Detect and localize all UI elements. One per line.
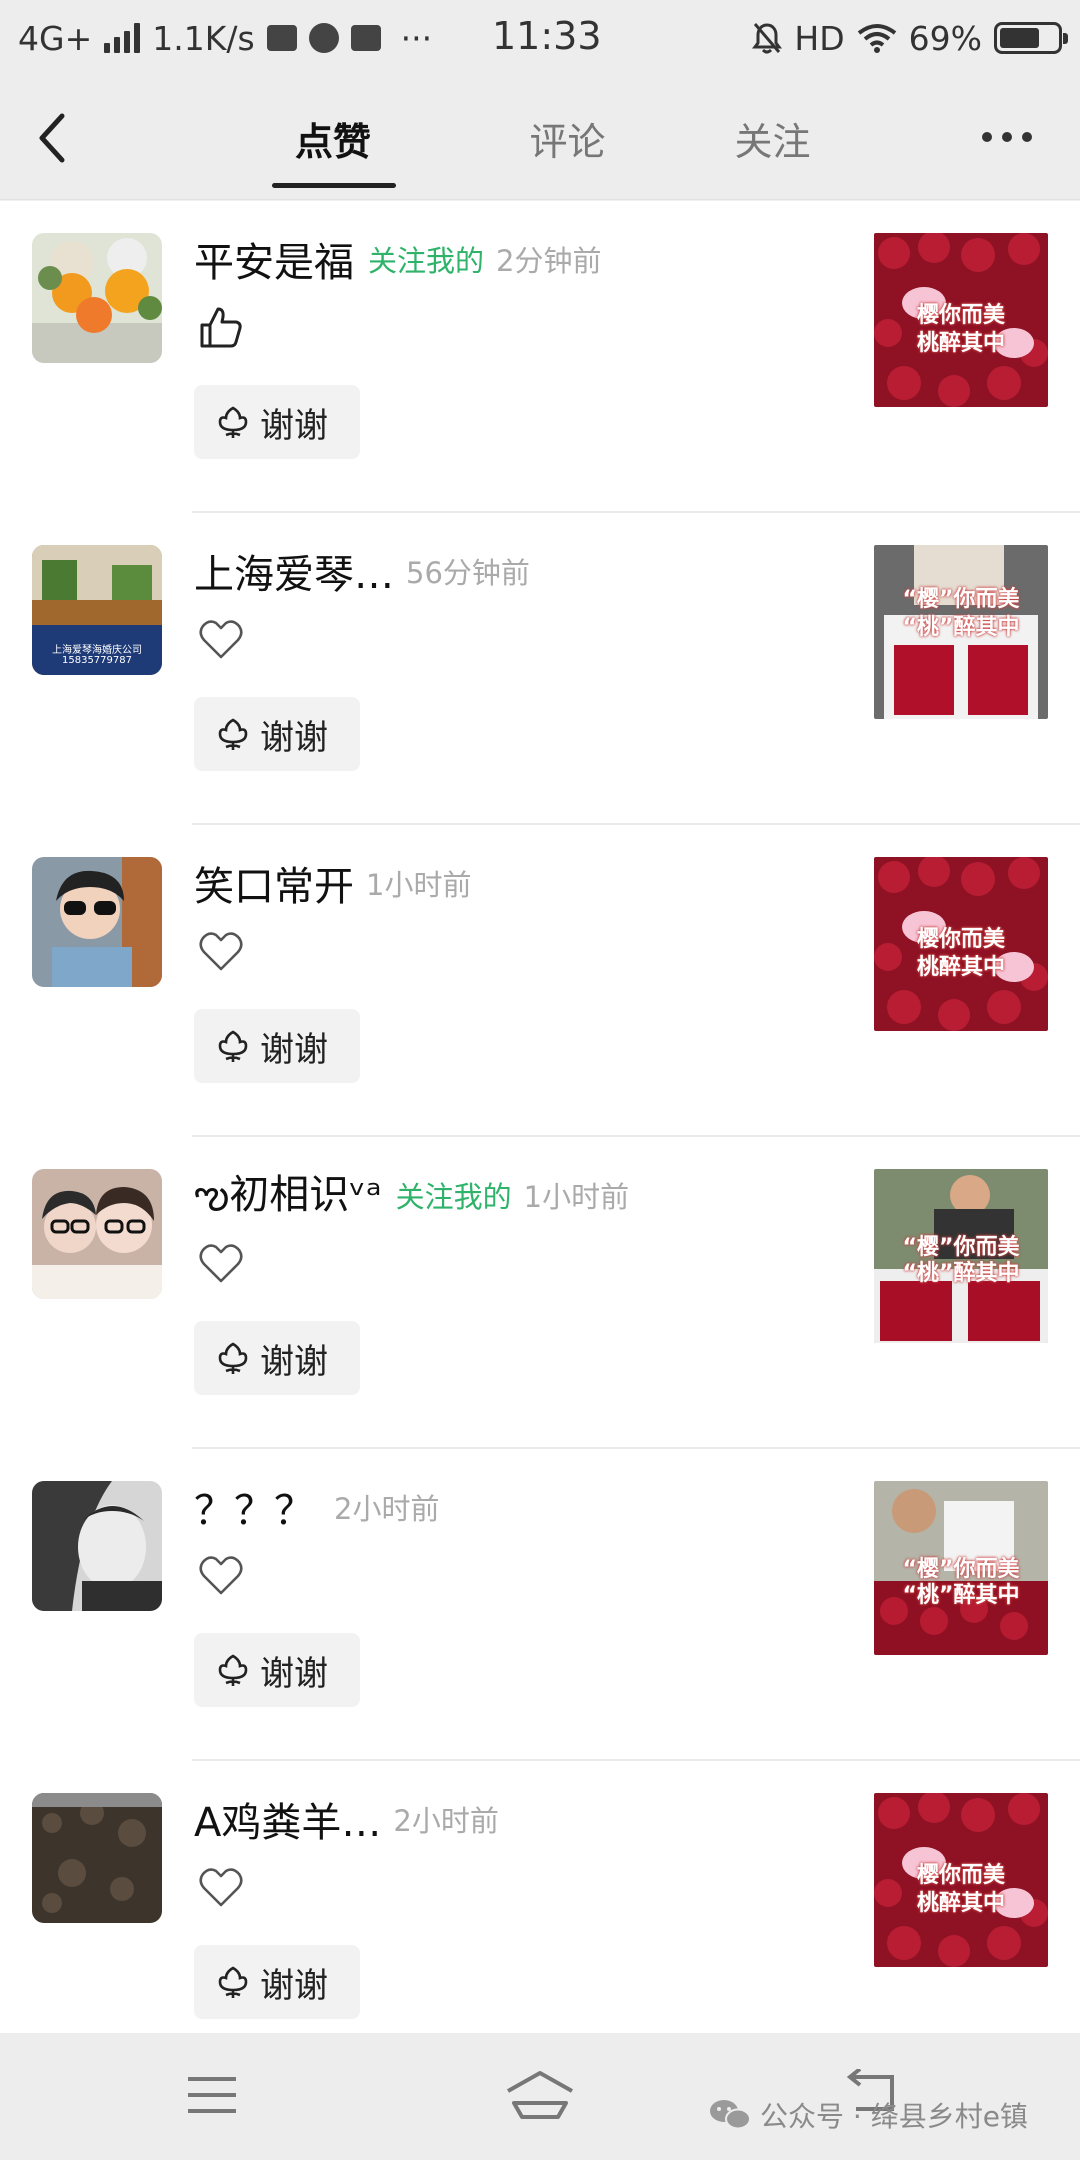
timestamp: 1小时前 (366, 868, 472, 902)
thumbnail-caption-line2: 桃醉其中 (916, 1891, 1005, 1916)
post-thumbnail[interactable]: “樱”你而美 “桃”醉其中 (874, 1169, 1048, 1343)
thanks-label: 谢谢 (260, 405, 328, 446)
wifi-icon (857, 24, 896, 53)
status-bar: 4G+ 1.1K/s ··· 11:33 HD 69% (0, 0, 1080, 76)
thanks-label: 谢谢 (260, 1029, 328, 1070)
tab-likes[interactable]: 点赞 (270, 76, 465, 200)
heart-icon (199, 1556, 243, 1595)
user-name[interactable]: A鸡粪羊… (194, 1790, 381, 1848)
post-thumbnail[interactable]: 樱你而美 桃醉其中 (874, 857, 1048, 1031)
flower-icon (218, 406, 248, 438)
name-row: 上海爱琴… 56分钟前 (194, 543, 530, 599)
thanks-button[interactable]: 谢谢 (194, 1945, 360, 2019)
user-name[interactable]: 上海爱琴… (194, 542, 394, 600)
tab-comments[interactable]: 评论 (465, 76, 670, 200)
flower-icon (218, 1654, 248, 1686)
name-row: ఌ初相识ᵛᵃ 关注我的 1小时前 (194, 1167, 629, 1223)
thanks-button[interactable]: 谢谢 (194, 1009, 360, 1083)
name-row: ？？？ 2小时前 (194, 1479, 439, 1535)
hd-label: HD (794, 18, 845, 58)
timestamp: 56分钟前 (406, 556, 530, 590)
thumbnail-caption-line2: “桃”醉其中 (902, 1583, 1020, 1608)
name-row: A鸡粪羊… 2小时前 (194, 1791, 499, 1847)
mail-icon (266, 25, 297, 51)
follows-me-tag: 关注我的 (395, 1180, 512, 1214)
header: 点赞 评论 关注 (0, 76, 1080, 200)
timestamp: 1小时前 (523, 1180, 630, 1214)
timestamp: 2小时前 (393, 1804, 499, 1838)
thumbnail-caption-line2: 桃醉其中 (916, 331, 1005, 356)
network-speed: 1.1K/s (152, 18, 255, 58)
list-item[interactable]: ఌ初相识ᵛᵃ 关注我的 1小时前 谢谢 “樱”你而美 “桃”醉其中 (0, 1137, 1080, 1449)
avatar[interactable] (32, 857, 162, 987)
user-name[interactable]: ？？？ (194, 1478, 314, 1536)
thanks-label: 谢谢 (260, 1653, 328, 1694)
follows-me-tag: 关注我的 (368, 244, 485, 278)
thumbnail-caption-line2: 桃醉其中 (916, 955, 1005, 980)
watermark-text: 公众号 · 绛县乡村e镇 (760, 2100, 1028, 2133)
list-item[interactable]: 上海爱琴海婚庆公司 15835779787 上海爱琴… 56分钟前 谢谢 “樱”… (0, 513, 1080, 825)
avatar[interactable] (32, 1793, 162, 1923)
battery-percent: 69% (908, 18, 982, 58)
avatar-phone-text: 15835779787 (62, 655, 132, 666)
timestamp: 2小时前 (334, 1492, 440, 1526)
name-row: 笑口常开 1小时前 (194, 855, 471, 911)
post-thumbnail[interactable]: 樱你而美 桃醉其中 (874, 1793, 1048, 1967)
flower-icon (218, 1030, 248, 1062)
clock: 11:33 (492, 14, 602, 58)
thumbnail-caption-line2: “桃”醉其中 (902, 1261, 1020, 1286)
list-item[interactable]: 平安是福 关注我的 2分钟前 谢谢 樱你而美 桃醉其中 (0, 201, 1080, 513)
avatar[interactable]: 上海爱琴海婚庆公司 15835779787 (32, 545, 162, 675)
post-thumbnail[interactable]: “樱”你而美 “桃”醉其中 (874, 545, 1048, 719)
home-icon[interactable] (504, 2069, 576, 2121)
avatar[interactable] (32, 1169, 162, 1299)
list-item[interactable]: 笑口常开 1小时前 谢谢 樱你而美 桃醉其中 (0, 825, 1080, 1137)
name-row: 平安是福 关注我的 2分钟前 (194, 231, 601, 287)
menu-icon[interactable] (184, 2073, 240, 2117)
more-notifications: ··· (400, 18, 433, 58)
avatar[interactable] (32, 233, 162, 363)
thanks-button[interactable]: 谢谢 (194, 697, 360, 771)
more-options-icon[interactable] (982, 126, 1040, 148)
wechat-icon (710, 2100, 751, 2130)
list-item[interactable]: ？？？ 2小时前 谢谢 “樱”你而美 “桃”醉其中 (0, 1449, 1080, 1761)
post-thumbnail[interactable]: 樱你而美 桃醉其中 (874, 233, 1048, 407)
signal-icon (104, 23, 141, 53)
back-icon[interactable] (30, 110, 80, 166)
thanks-button[interactable]: 谢谢 (194, 385, 360, 459)
heart-icon (199, 932, 243, 971)
user-name[interactable]: 笑口常开 (194, 854, 354, 912)
tiktok-icon (350, 25, 381, 51)
thumbs-up-icon (200, 307, 242, 348)
user-name[interactable]: 平安是福 (194, 230, 354, 288)
thanks-label: 谢谢 (260, 1965, 328, 2006)
thanks-button[interactable]: 谢谢 (194, 1633, 360, 1707)
video-icon (308, 23, 339, 53)
watermark: 公众号 · 绛县乡村e镇 (708, 2095, 1028, 2135)
post-thumbnail[interactable]: “樱”你而美 “桃”醉其中 (874, 1481, 1048, 1655)
timestamp: 2分钟前 (496, 244, 602, 278)
tab-bar: 点赞 评论 关注 (270, 76, 875, 200)
tab-follows[interactable]: 关注 (670, 76, 875, 200)
list-item[interactable]: A鸡粪羊… 2小时前 谢谢 樱你而美 桃醉其中 (0, 1761, 1080, 2033)
thanks-label: 谢谢 (260, 717, 328, 758)
bell-off-icon (752, 23, 783, 54)
flower-icon (218, 718, 248, 750)
flower-icon (218, 1342, 248, 1374)
avatar[interactable] (32, 1481, 162, 1611)
avatar-shop-text: 上海爱琴海婚庆公司 (52, 645, 142, 656)
network-type: 4G+ (18, 18, 93, 58)
heart-icon (199, 620, 243, 659)
likes-list: 平安是福 关注我的 2分钟前 谢谢 樱你而美 桃醉其中 上海爱琴海婚庆公司 15… (0, 201, 1080, 2033)
user-name[interactable]: ఌ初相识ᵛᵃ (194, 1162, 382, 1228)
thanks-button[interactable]: 谢谢 (194, 1321, 360, 1395)
thumbnail-caption-line2: “桃”醉其中 (902, 615, 1020, 640)
heart-icon (199, 1244, 243, 1283)
flower-icon (218, 1966, 248, 1998)
thanks-label: 谢谢 (260, 1341, 328, 1382)
heart-icon (199, 1868, 243, 1907)
battery-icon (994, 22, 1068, 54)
